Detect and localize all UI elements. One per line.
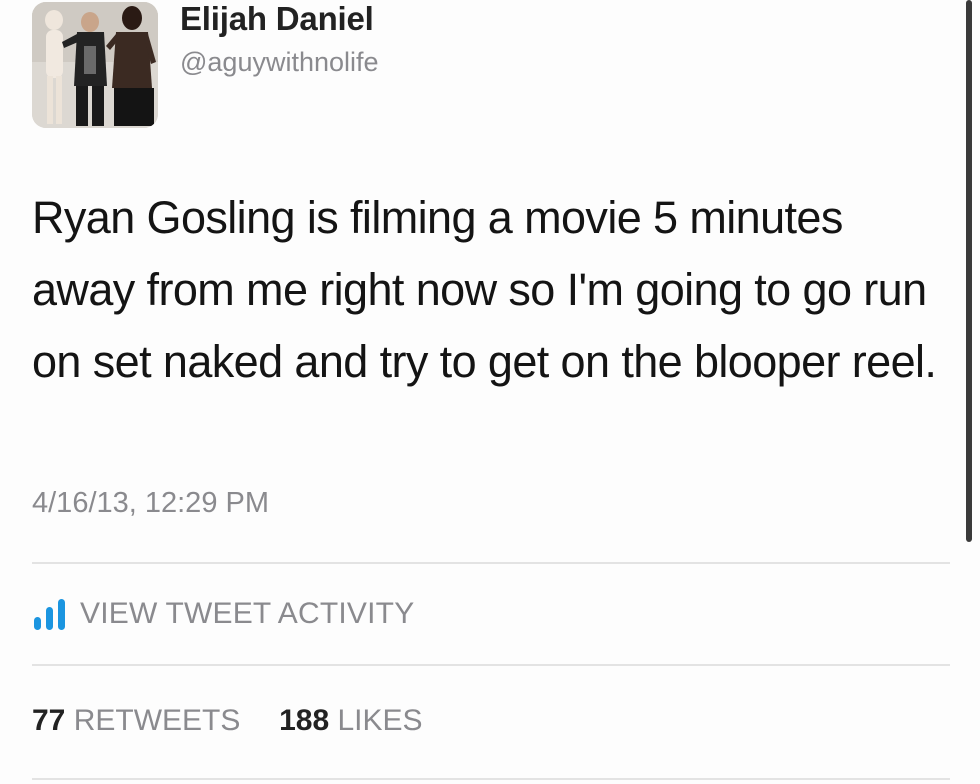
divider [32,664,950,666]
scrollbar[interactable] [966,0,972,542]
view-tweet-activity-label: VIEW TWEET ACTIVITY [80,597,415,630]
tweet-timestamp: 4/16/13, 12:29 PM [32,487,269,519]
tweet-text: Ryan Gosling is filming a movie 5 minute… [32,192,937,387]
retweets-count: 77 [32,704,66,737]
tweet-detail-view: Elijah Daniel @aguywithnolife Ryan Gosli… [0,0,980,784]
profile-photo-icon [32,2,158,128]
view-tweet-activity-button[interactable]: VIEW TWEET ACTIVITY [32,594,414,634]
retweets-stat[interactable]: 77 RETWEETS [32,704,249,737]
avatar[interactable] [32,2,158,128]
divider [32,562,950,564]
divider [32,778,950,780]
likes-count: 188 [279,704,330,737]
likes-stat[interactable]: 188 LIKES [271,704,423,737]
likes-label: LIKES [337,704,423,737]
user-handle[interactable]: @aguywithnolife [180,47,379,78]
engagement-stats: 77 RETWEETS 188 LIKES [32,704,423,738]
bar-chart-icon [34,599,65,630]
display-name[interactable]: Elijah Daniel [180,0,374,38]
retweets-label: RETWEETS [73,704,241,737]
